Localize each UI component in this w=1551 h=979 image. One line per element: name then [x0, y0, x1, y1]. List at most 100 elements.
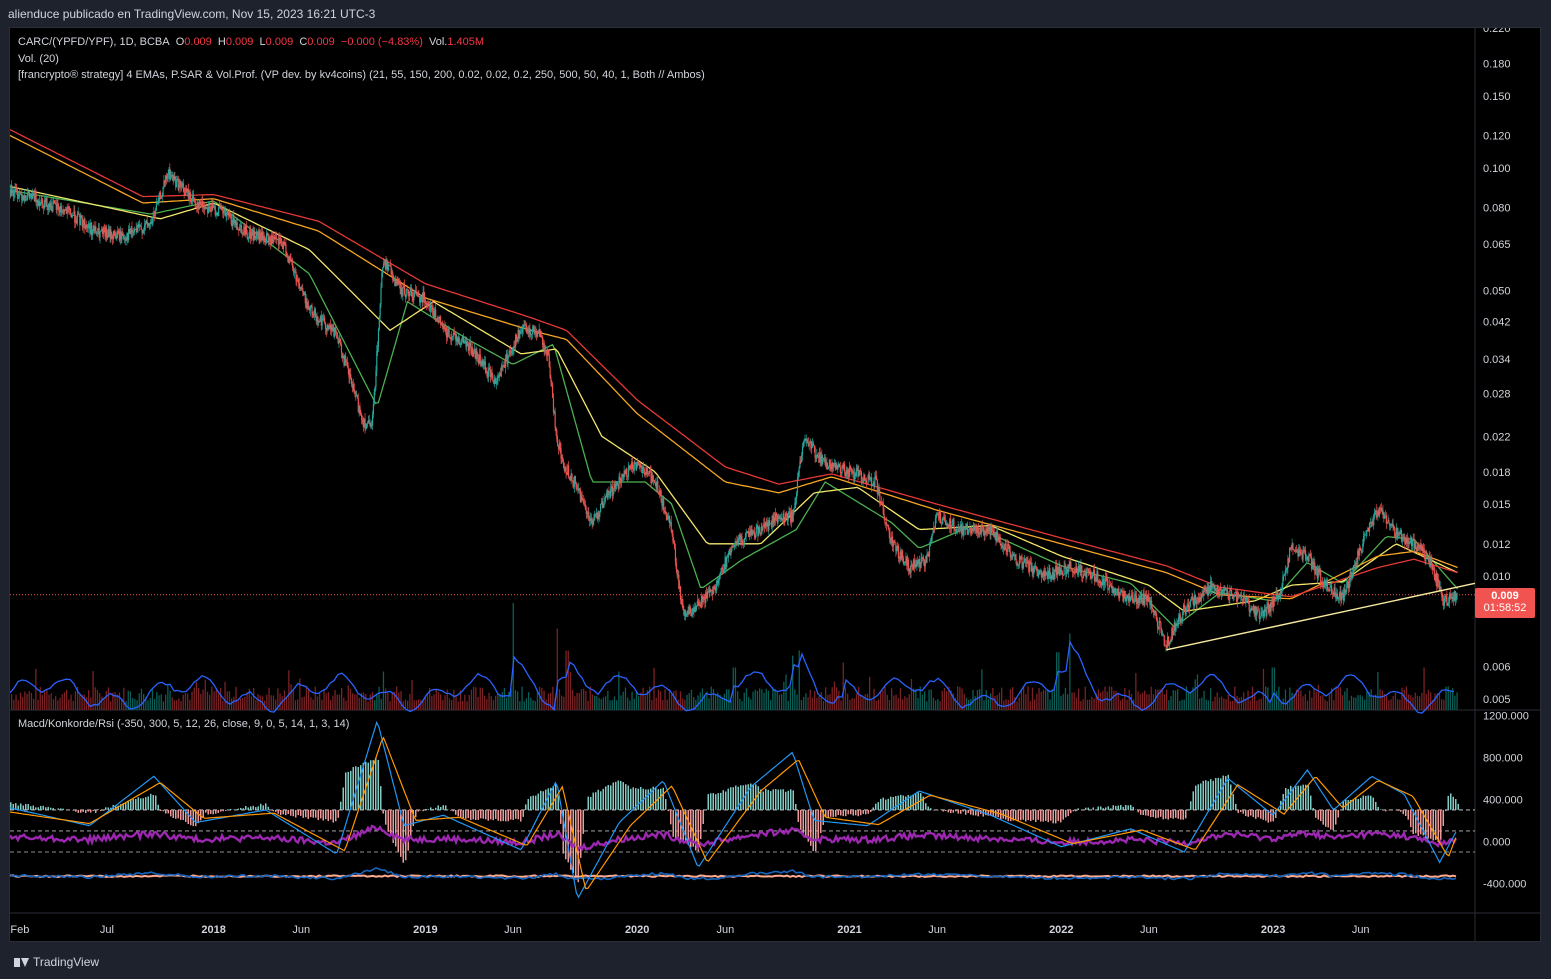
volume-bar: [629, 700, 631, 710]
strategy-legend[interactable]: [francrypto® strategy] 4 EMAs, P.SAR & V…: [18, 69, 705, 81]
histogram-bar: [762, 791, 764, 810]
histogram-bar: [885, 799, 887, 810]
histogram-bar: [1130, 804, 1132, 810]
histogram-bar: [170, 809, 172, 817]
volume-bar: [858, 686, 860, 710]
volume-bar: [633, 698, 635, 710]
candle-body: [317, 316, 319, 323]
candle-body: [671, 531, 673, 535]
histogram-bar: [25, 803, 27, 810]
volume-bar: [1188, 692, 1190, 710]
histogram-bar: [30, 806, 32, 810]
volume-bar: [1177, 689, 1179, 710]
histogram-bar: [1352, 799, 1354, 810]
trendline[interactable]: [1166, 582, 1476, 651]
volume-bar: [334, 689, 336, 710]
histogram-bar: [855, 809, 857, 816]
candle-body: [1408, 542, 1410, 545]
histogram-bar: [340, 801, 342, 810]
candle-body: [27, 193, 29, 200]
volume-bar: [151, 689, 154, 710]
candle-body: [829, 459, 831, 467]
oscillator-legend[interactable]: Macd/Konkorde/Rsi (-350, 300, 5, 12, 26,…: [18, 718, 349, 730]
histogram-bar: [487, 809, 489, 821]
histogram-bar: [125, 803, 127, 810]
histogram-bar: [1185, 809, 1187, 819]
candle-body: [302, 288, 304, 292]
volume-bar: [642, 687, 644, 710]
candle-body: [519, 332, 521, 339]
histogram-bar: [930, 808, 932, 810]
candle-body: [472, 350, 475, 357]
volume-bar: [578, 692, 580, 710]
histogram-bar: [352, 767, 354, 810]
volume-indicator-legend[interactable]: Vol. (20): [18, 53, 59, 65]
volume-bar: [1291, 692, 1293, 710]
histogram-bar: [597, 789, 599, 810]
histogram-bar: [475, 809, 477, 820]
candle-body: [1185, 607, 1187, 615]
histogram-bar: [530, 796, 532, 810]
tradingview-logo[interactable]: TradingView: [14, 955, 99, 969]
candle-body: [1097, 571, 1099, 583]
histogram-bar: [445, 805, 447, 810]
histogram-bar: [162, 809, 164, 812]
histogram-bar: [1235, 803, 1237, 810]
candle-body: [571, 473, 573, 481]
volume-bar: [59, 697, 61, 710]
candle-body: [1380, 507, 1382, 511]
candle-body: [1081, 565, 1083, 577]
histogram-bar: [772, 789, 774, 810]
volume-bar: [1320, 695, 1322, 710]
candle-body: [634, 462, 636, 464]
histogram-bar: [1205, 780, 1207, 810]
histogram-bar: [1087, 807, 1089, 810]
histogram-bar: [792, 790, 794, 810]
candle-body: [16, 190, 19, 199]
volume-bar: [688, 693, 690, 710]
candle-body: [639, 463, 641, 467]
candle-body: [1295, 549, 1297, 552]
histogram-bar: [1245, 809, 1247, 817]
histogram-bar: [757, 786, 759, 810]
histogram-bar: [422, 809, 424, 812]
volume-bar: [1201, 697, 1203, 710]
candle-body: [39, 203, 41, 207]
volume-bar: [715, 695, 717, 710]
volume-bar: [1276, 691, 1278, 710]
volume-bar: [752, 691, 754, 710]
volume-bar: [336, 694, 338, 710]
candle-body: [1129, 597, 1132, 601]
volume-bar: [1163, 694, 1166, 710]
candle-body: [1352, 572, 1354, 579]
candle-body: [1348, 582, 1350, 589]
candle-body: [215, 214, 217, 216]
chart-svg[interactable]: 0.2200.1800.1500.1200.1000.0800.0650.050…: [10, 28, 1540, 941]
volume-bar: [187, 693, 189, 710]
candle-body: [467, 341, 469, 344]
candle-body: [155, 203, 157, 211]
volume-bar: [160, 694, 162, 710]
candle-body: [944, 517, 946, 521]
candle-body: [1305, 558, 1308, 560]
candle-body: [1334, 587, 1336, 595]
candle-body: [1373, 515, 1375, 526]
candle-body: [897, 545, 899, 559]
volume-bar: [211, 686, 213, 710]
histogram-bar: [192, 809, 194, 827]
histogram-bar: [1440, 809, 1442, 841]
candle-body: [431, 306, 433, 311]
volume-bars: [11, 602, 1458, 710]
candle-body: [411, 291, 413, 298]
volume-bar: [882, 690, 884, 710]
histogram-bar: [245, 805, 247, 810]
chart-container[interactable]: 0.220 0.180 0.150 0.120 0.100 0.080 0.065 0.050…: [9, 27, 1541, 942]
histogram-bar: [1372, 797, 1374, 810]
symbol-name[interactable]: CARC/(YPFD/YPF), 1D, BCBA: [18, 36, 170, 48]
time-tick-label: 2022: [1049, 924, 1073, 936]
volume-bar: [580, 689, 583, 710]
candle-body: [568, 465, 570, 477]
histogram-bar: [622, 782, 624, 810]
volume-bar: [543, 690, 545, 710]
histogram-bar: [230, 808, 232, 810]
